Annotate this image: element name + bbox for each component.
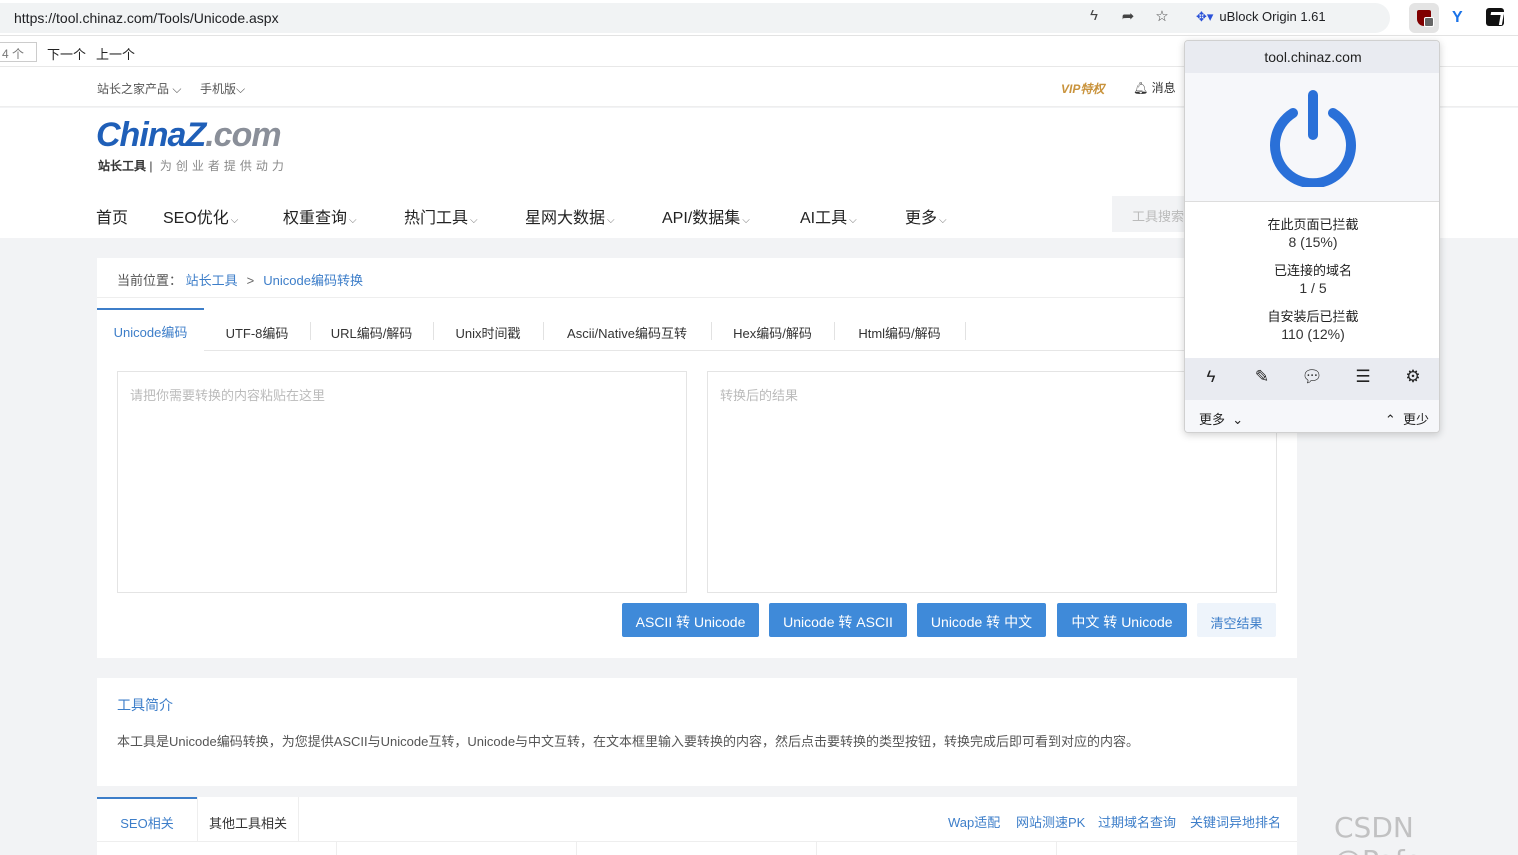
tab-hex[interactable]: Hex编码/解码 <box>711 308 834 351</box>
chevron-down-icon: ⌵ <box>939 215 947 226</box>
ascii-to-unicode-button[interactable]: ASCII 转 Unicode <box>622 603 759 637</box>
tab-unix[interactable]: Unix时间戳 <box>433 308 543 351</box>
intro-title: 工具简介 <box>117 697 173 713</box>
nav-ai[interactable]: AI工具 ⌵ <box>800 204 857 228</box>
unicode-to-chinese-button[interactable]: Unicode 转 中文 <box>917 603 1046 637</box>
nav-weight[interactable]: 权重查询 ⌵ <box>283 204 357 228</box>
url-text[interactable]: https://tool.chinaz.com/Tools/Unicode.as… <box>14 10 279 26</box>
breadcrumb-current[interactable]: Unicode编码转换 <box>263 273 363 288</box>
popup-toolbar: ϟ ✎ 💬︎ ☰ ⚙ <box>1185 358 1439 400</box>
stat-value: 1 / 5 <box>1299 280 1327 296</box>
power-area <box>1185 73 1439 201</box>
tool-card: 当前位置： 站长工具 > Unicode编码转换 Unicode编码 UTF-8编码… <box>97 258 1297 658</box>
intro-card: 工具简介 本工具是Unicode编码转换，为您提供ASCII与Unicode互转… <box>97 678 1297 786</box>
products-menu[interactable]: 站长之家产品 ⌵ <box>97 80 181 97</box>
tab-seo-related[interactable]: SEO相关 <box>97 797 197 841</box>
extension-indicator[interactable]: ✥▾ uBlock Origin 1.61 <box>1196 9 1326 25</box>
logger-icon[interactable]: ☰ <box>1351 367 1375 391</box>
find-next-button[interactable]: 下一个 <box>47 44 86 63</box>
power-switch-icon[interactable] <box>1265 87 1361 187</box>
stat-value: 8 (15%) <box>1288 234 1338 250</box>
bell-icon: 🔔︎ <box>1133 81 1149 95</box>
vip-link[interactable]: VIP特权 <box>1061 80 1104 97</box>
chevron-down-icon: ⌵ <box>742 215 750 226</box>
lightning-icon[interactable]: ϟ <box>1085 7 1103 24</box>
chevron-down-icon: ⌵ <box>607 215 615 226</box>
tab-url[interactable]: URL编码/解码 <box>310 308 433 351</box>
stat-label: 已连接的域名 <box>1273 263 1352 278</box>
watermark: CSDN @Pafey <box>1334 811 1438 855</box>
address-bar-area: https://tool.chinaz.com/Tools/Unicode.as… <box>0 0 1518 36</box>
tab-html[interactable]: Html编码/解码 <box>834 308 965 351</box>
site-logo[interactable]: ChinaZ.com <box>96 116 282 155</box>
related-card: SEO相关 其他工具相关 Wap适配 网站测速PK 过期域名查询 关键词异地排名 <box>97 797 1297 855</box>
chevron-down-icon: ⌵ <box>849 215 857 226</box>
lightning-icon[interactable]: ϟ <box>1199 367 1223 391</box>
share-icon[interactable]: ➦ <box>1119 7 1137 25</box>
more-less-bar: 更多 ⌄ ⌃ 更少 <box>1185 400 1439 432</box>
less-button[interactable]: ⌃ 更少 <box>1385 409 1429 428</box>
url-field[interactable]: https://tool.chinaz.com/Tools/Unicode.as… <box>0 3 1390 33</box>
tab-unicode[interactable]: Unicode编码 <box>97 308 204 351</box>
tool-tabs: Unicode编码 UTF-8编码 URL编码/解码 Unix时间戳 Ascii… <box>97 308 1297 351</box>
nav-home[interactable]: 首页 <box>96 204 128 228</box>
nav-hot-tools[interactable]: 热门工具 ⌵ <box>404 204 478 228</box>
settings-icon[interactable]: ⚙ <box>1401 367 1425 391</box>
find-prev-button[interactable]: 上一个 <box>96 44 135 63</box>
unicode-to-ascii-button[interactable]: Unicode 转 ASCII <box>769 603 907 637</box>
related-link[interactable]: 网站测速PK <box>1016 812 1085 831</box>
nav-more[interactable]: 更多 ⌵ <box>905 204 947 228</box>
logo-tagline: 站长工具 | 为创业者提供动力 <box>98 159 288 173</box>
find-count: 4 个 <box>0 42 37 62</box>
stat-label: 自安装后已拦截 <box>1267 309 1359 324</box>
nav-bigdata[interactable]: 星网大数据 ⌵ <box>525 204 615 228</box>
extension-arrow-icon[interactable] <box>1486 8 1504 26</box>
related-link[interactable]: Wap适配 <box>948 812 1000 831</box>
tab-other-tools[interactable]: 其他工具相关 <box>197 797 299 841</box>
stat-value: 110 (12%) <box>1281 326 1345 342</box>
tab-ascii-native[interactable]: Ascii/Native编码互转 <box>543 308 711 351</box>
related-link[interactable]: 关键词异地排名 <box>1190 812 1281 831</box>
extension-name: uBlock Origin 1.61 <box>1219 9 1326 24</box>
related-link[interactable]: 过期域名查询 <box>1098 812 1176 831</box>
more-button[interactable]: 更多 ⌄ <box>1199 409 1243 428</box>
nav-seo[interactable]: SEO优化 ⌵ <box>163 204 238 228</box>
tab-utf8[interactable]: UTF-8编码 <box>204 308 310 351</box>
stat-label: 在此页面已拦截 <box>1267 217 1359 232</box>
ublock-toolbar-button[interactable] <box>1409 3 1439 33</box>
input-textarea[interactable]: 请把你需要转换的内容粘贴在这里 <box>117 371 687 593</box>
extension-y-icon[interactable]: Y <box>1452 9 1463 27</box>
paw-icon: ✥▾ <box>1196 9 1214 24</box>
popup-domain: tool.chinaz.com <box>1185 41 1439 73</box>
badge-count-icon <box>1424 17 1434 27</box>
breadcrumb-home[interactable]: 站长工具 <box>186 273 238 288</box>
chevron-down-icon: ⌵ <box>230 215 239 226</box>
chevron-down-icon: ⌵ <box>349 215 357 226</box>
bookmark-star-icon[interactable]: ☆ <box>1153 7 1171 25</box>
eyedropper-icon[interactable]: ✎ <box>1250 367 1274 391</box>
comment-icon[interactable]: 💬︎ <box>1300 367 1324 391</box>
messages-link[interactable]: 🔔︎ 消息 <box>1133 79 1176 96</box>
intro-text: 本工具是Unicode编码转换，为您提供ASCII与Unicode互转，Unic… <box>117 734 1140 749</box>
ublock-popup: tool.chinaz.com 在此页面已拦截 8 (15%) 已连接的域名 1… <box>1184 40 1440 433</box>
chevron-down-icon: ⌵ <box>470 215 478 226</box>
divider <box>97 297 1297 298</box>
chinese-to-unicode-button[interactable]: 中文 转 Unicode <box>1057 603 1187 637</box>
clear-results-button[interactable]: 清空结果 <box>1197 603 1276 637</box>
mobile-menu[interactable]: 手机版⌵ <box>200 80 245 97</box>
nav-api[interactable]: API/数据集 ⌵ <box>662 204 750 228</box>
breadcrumb: 当前位置： 站长工具 > Unicode编码转换 <box>117 273 363 288</box>
